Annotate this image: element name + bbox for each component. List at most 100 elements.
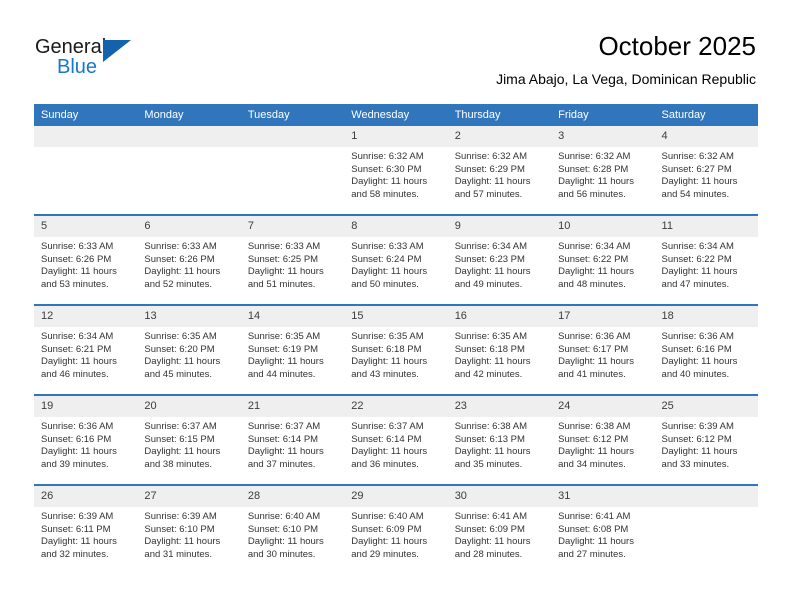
day-details: Sunrise: 6:33 AM Sunset: 6:24 PM Daylight:… xyxy=(344,237,447,291)
weekday-header-saturday: Saturday xyxy=(654,104,758,126)
calendar-day-cell[interactable]: 25 Sunrise: 6:39 AM Sunset: 6:12 PM Dayligh… xyxy=(654,394,758,485)
calendar-day-cell[interactable]: 1 Sunrise: 6:32 AM Sunset: 6:30 PM Daylight… xyxy=(344,126,448,215)
page-title: October 2025 xyxy=(598,31,756,61)
daylight-duration-line1: Daylight: 11 hours xyxy=(144,536,221,548)
daylight-duration-line1: Daylight: 11 hours xyxy=(454,536,531,548)
day-number: 23 xyxy=(447,396,552,417)
weekday-header-thursday: Thursday xyxy=(447,104,552,126)
day-number: 10 xyxy=(551,216,655,237)
calendar-day-cell[interactable]: 22 Sunrise: 6:37 AM Sunset: 6:14 PM Dayligh… xyxy=(344,394,448,485)
calendar-day-cell[interactable]: 28 Sunrise: 6:40 AM Sunset: 6:10 PM Dayligh… xyxy=(240,484,345,574)
calendar-day-cell[interactable]: 24 Sunrise: 6:38 AM Sunset: 6:12 PM Dayligh… xyxy=(551,394,655,485)
calendar-day-cell[interactable]: 8 Sunrise: 6:33 AM Sunset: 6:24 PM Daylight… xyxy=(344,214,448,305)
day-details: Sunrise: 6:35 AM Sunset: 6:18 PM Daylight:… xyxy=(344,327,447,381)
calendar-day-cell[interactable]: 10 Sunrise: 6:34 AM Sunset: 6:22 PM Dayligh… xyxy=(551,214,655,305)
daylight-duration-line2: and 38 minutes. xyxy=(144,458,213,470)
day-number: 22 xyxy=(344,396,448,417)
calendar-day-cell[interactable]: 20 Sunrise: 6:37 AM Sunset: 6:15 PM Dayligh… xyxy=(137,394,241,485)
day-details: Sunrise: 6:33 AM Sunset: 6:26 PM Daylight:… xyxy=(137,237,240,291)
calendar-day-cell[interactable]: 17 Sunrise: 6:36 AM Sunset: 6:17 PM Dayligh… xyxy=(551,304,655,395)
day-number: 11 xyxy=(654,216,758,237)
daylight-duration-line1: Daylight: 11 hours xyxy=(351,176,428,188)
page-header: General Blue October 2025 Jima Abajo, La… xyxy=(0,0,792,100)
daylight-duration-line1: Daylight: 11 hours xyxy=(41,446,117,458)
weekday-header-sunday: Sunday xyxy=(34,104,138,126)
sunset-time: Sunset: 6:12 PM xyxy=(558,433,629,445)
day-number: 29 xyxy=(344,486,448,507)
calendar-day-cell[interactable]: 21 Sunrise: 6:37 AM Sunset: 6:14 PM Dayligh… xyxy=(240,394,345,485)
daylight-duration-line2: and 30 minutes. xyxy=(247,548,316,560)
calendar-day-cell[interactable]: 7 Sunrise: 6:33 AM Sunset: 6:25 PM Daylight… xyxy=(240,214,345,305)
calendar-week-row: 12 Sunrise: 6:34 AM Sunset: 6:21 PM Dayligh… xyxy=(34,304,758,395)
calendar-day-cell[interactable]: 12 Sunrise: 6:34 AM Sunset: 6:21 PM Dayligh… xyxy=(34,304,138,395)
day-number xyxy=(34,126,138,147)
calendar-day-cell[interactable]: 4 Sunrise: 6:32 AM Sunset: 6:27 PM Daylight… xyxy=(654,126,758,215)
day-number: 18 xyxy=(654,306,758,327)
day-number: 16 xyxy=(447,306,552,327)
calendar-day-cell[interactable]: 19 Sunrise: 6:36 AM Sunset: 6:16 PM Dayligh… xyxy=(34,394,138,485)
day-number xyxy=(137,126,241,147)
day-number: 6 xyxy=(137,216,241,237)
daylight-duration-line2: and 49 minutes. xyxy=(454,278,523,290)
calendar-day-cell[interactable]: 23 Sunrise: 6:38 AM Sunset: 6:13 PM Dayligh… xyxy=(447,394,552,485)
calendar-day-cell[interactable]: 16 Sunrise: 6:35 AM Sunset: 6:18 PM Dayligh… xyxy=(447,304,552,395)
sunset-time: Sunset: 6:26 PM xyxy=(144,253,215,265)
brand-name-blue: Blue xyxy=(57,56,98,78)
sunrise-time: Sunrise: 6:32 AM xyxy=(351,151,424,162)
calendar-day-cell[interactable]: 18 Sunrise: 6:36 AM Sunset: 6:16 PM Dayligh… xyxy=(654,304,758,395)
calendar-day-cell[interactable]: 27 Sunrise: 6:39 AM Sunset: 6:10 PM Dayligh… xyxy=(137,484,241,574)
day-details: Sunrise: 6:33 AM Sunset: 6:25 PM Daylight:… xyxy=(241,237,344,291)
day-details: Sunrise: 6:38 AM Sunset: 6:13 PM Daylight:… xyxy=(448,417,551,471)
day-number: 21 xyxy=(240,396,345,417)
sunrise-time: Sunrise: 6:37 AM xyxy=(351,421,424,432)
day-details: Sunrise: 6:39 AM Sunset: 6:11 PM Daylight:… xyxy=(34,507,137,561)
calendar-day-cell[interactable]: 31 Sunrise: 6:41 AM Sunset: 6:08 PM Dayligh… xyxy=(551,484,655,574)
day-number xyxy=(240,126,345,147)
day-number: 1 xyxy=(344,126,448,147)
day-details: Sunrise: 6:35 AM Sunset: 6:19 PM Daylight:… xyxy=(241,327,344,381)
day-details: Sunrise: 6:39 AM Sunset: 6:10 PM Daylight:… xyxy=(137,507,240,561)
sunset-time: Sunset: 6:10 PM xyxy=(144,523,215,535)
daylight-duration-line2: and 40 minutes. xyxy=(661,368,730,380)
calendar-day-cell[interactable]: 14 Sunrise: 6:35 AM Sunset: 6:19 PM Dayligh… xyxy=(240,304,345,395)
weekday-header-monday: Monday xyxy=(137,104,241,126)
daylight-duration-line1: Daylight: 11 hours xyxy=(661,266,738,278)
daylight-duration-line2: and 35 minutes. xyxy=(454,458,523,470)
calendar-day-cell[interactable]: 2 Sunrise: 6:32 AM Sunset: 6:29 PM Daylight… xyxy=(447,126,552,215)
calendar-body: 1 Sunrise: 6:32 AM Sunset: 6:30 PM Daylight… xyxy=(34,126,758,574)
daylight-duration-line1: Daylight: 11 hours xyxy=(247,536,324,548)
brand-logo[interactable]: General Blue xyxy=(35,36,235,84)
title-block: October 2025 Jima Abajo, La Vega, Domini… xyxy=(496,30,756,88)
sunset-time: Sunset: 6:22 PM xyxy=(661,253,732,265)
calendar-day-cell[interactable]: 6 Sunrise: 6:33 AM Sunset: 6:26 PM Daylight… xyxy=(137,214,241,305)
day-details: Sunrise: 6:32 AM Sunset: 6:28 PM Daylight:… xyxy=(551,147,654,201)
calendar-day-cell[interactable]: 26 Sunrise: 6:39 AM Sunset: 6:11 PM Dayligh… xyxy=(34,484,138,574)
weekday-header-tuesday: Tuesday xyxy=(240,104,345,126)
calendar-day-cell[interactable]: 3 Sunrise: 6:32 AM Sunset: 6:28 PM Daylight… xyxy=(551,126,655,215)
calendar-day-cell[interactable]: 9 Sunrise: 6:34 AM Sunset: 6:23 PM Daylight… xyxy=(447,214,552,305)
day-number: 13 xyxy=(137,306,241,327)
calendar-day-cell[interactable]: 11 Sunrise: 6:34 AM Sunset: 6:22 PM Dayligh… xyxy=(654,214,758,305)
sunrise-time: Sunrise: 6:39 AM xyxy=(41,511,114,522)
calendar-day-cell[interactable]: 30 Sunrise: 6:41 AM Sunset: 6:09 PM Dayligh… xyxy=(447,484,552,574)
sunrise-time: Sunrise: 6:39 AM xyxy=(661,421,734,432)
calendar-day-cell[interactable]: 13 Sunrise: 6:35 AM Sunset: 6:20 PM Dayligh… xyxy=(137,304,241,395)
calendar-page: General Blue October 2025 Jima Abajo, La… xyxy=(0,0,792,612)
day-number: 24 xyxy=(551,396,655,417)
daylight-duration-line2: and 50 minutes. xyxy=(351,278,419,290)
page-subtitle: Jima Abajo, La Vega, Dominican Republic xyxy=(496,71,756,87)
calendar-day-cell[interactable]: 15 Sunrise: 6:35 AM Sunset: 6:18 PM Dayligh… xyxy=(344,304,448,395)
daylight-duration-line1: Daylight: 11 hours xyxy=(144,356,221,368)
day-details: Sunrise: 6:41 AM Sunset: 6:09 PM Daylight:… xyxy=(448,507,551,561)
calendar-day-cell[interactable]: 5 Sunrise: 6:33 AM Sunset: 6:26 PM Daylight… xyxy=(34,214,138,305)
sunset-time: Sunset: 6:14 PM xyxy=(247,433,319,445)
day-number xyxy=(654,486,758,507)
sunrise-time: Sunrise: 6:36 AM xyxy=(41,421,114,432)
triangle-icon xyxy=(103,40,131,62)
daylight-duration-line2: and 52 minutes. xyxy=(144,278,213,290)
daylight-duration-line2: and 45 minutes. xyxy=(144,368,213,380)
daylight-duration-line2: and 29 minutes. xyxy=(351,548,419,560)
sunset-time: Sunset: 6:19 PM xyxy=(247,343,319,355)
daylight-duration-line2: and 32 minutes. xyxy=(41,548,109,560)
calendar-day-cell[interactable]: 29 Sunrise: 6:40 AM Sunset: 6:09 PM Dayligh… xyxy=(344,484,448,574)
